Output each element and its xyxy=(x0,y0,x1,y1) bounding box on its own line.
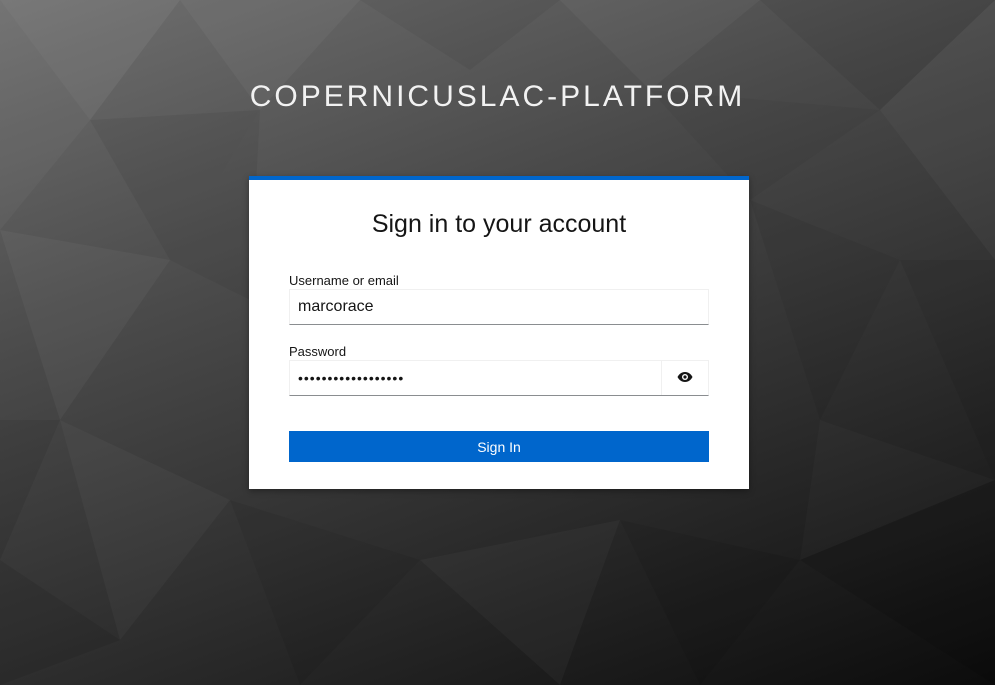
show-password-button[interactable] xyxy=(661,361,708,395)
password-field-group xyxy=(289,360,709,396)
username-input[interactable] xyxy=(289,289,709,325)
login-card: Sign in to your account Username or emai… xyxy=(249,176,749,489)
eye-icon xyxy=(677,371,693,386)
realm-title: COPERNICUSLAC-PLATFORM xyxy=(249,80,746,113)
login-heading: Sign in to your account xyxy=(371,210,627,238)
sign-in-button[interactable]: Sign In xyxy=(289,431,709,462)
password-input[interactable] xyxy=(290,361,661,395)
username-label: Username or email xyxy=(289,273,399,288)
password-label: Password xyxy=(289,344,347,359)
